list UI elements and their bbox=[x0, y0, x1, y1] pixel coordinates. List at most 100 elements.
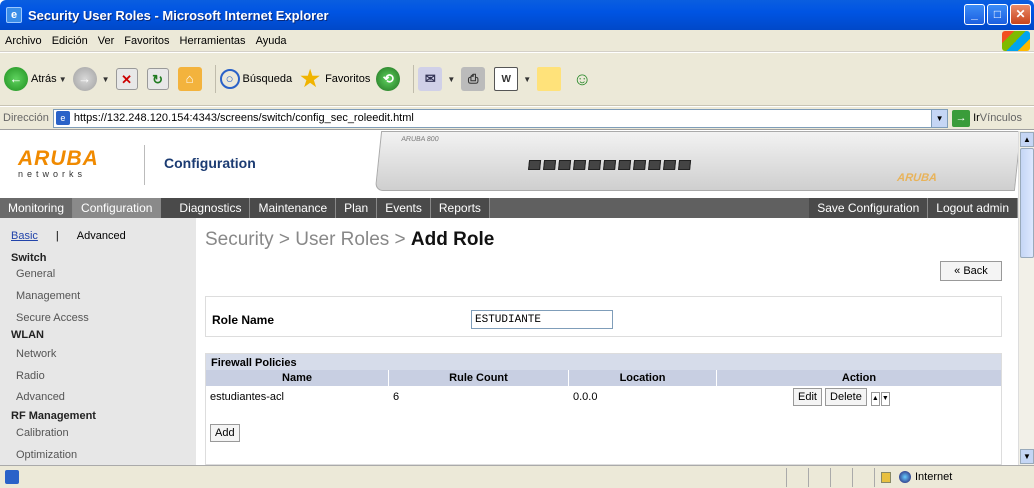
forward-arrow-icon: → bbox=[72, 67, 97, 91]
tab-events[interactable]: Events bbox=[377, 198, 431, 218]
history-icon[interactable]: ⟲ bbox=[376, 67, 401, 91]
sidebar-item-radio[interactable]: Radio bbox=[16, 370, 45, 382]
forward-dropdown-icon[interactable]: ▼ bbox=[102, 75, 110, 84]
page-icon: e bbox=[55, 111, 70, 125]
home-icon[interactable]: ⌂ bbox=[177, 67, 202, 91]
tab-reports[interactable]: Reports bbox=[431, 198, 490, 218]
print-icon[interactable]: ⎙ bbox=[461, 67, 486, 91]
go-label: Ir bbox=[973, 112, 980, 124]
address-bar: Dirección e https://132.248.120.154:4343… bbox=[0, 107, 1034, 130]
menu-favoritos[interactable]: Favoritos bbox=[119, 35, 174, 47]
mail-icon: ✉ bbox=[418, 67, 443, 91]
lock-icon[interactable] bbox=[881, 471, 891, 483]
tab-maintenance[interactable]: Maintenance bbox=[250, 198, 337, 218]
vertical-scrollbar[interactable]: ▲ ▼ bbox=[1018, 131, 1034, 465]
tab-monitoring[interactable]: Monitoring bbox=[0, 198, 74, 218]
save-configuration-button[interactable]: Save Configuration bbox=[809, 198, 929, 218]
messenger-icon[interactable]: ☺ bbox=[570, 67, 594, 91]
add-policy-button[interactable]: Add bbox=[210, 424, 240, 442]
edit-dropdown-icon[interactable]: ▼ bbox=[523, 75, 531, 84]
menu-archivo[interactable]: Archivo bbox=[0, 35, 47, 47]
device-logo: ARUBA bbox=[896, 172, 938, 184]
forward-button[interactable]: → ▼ bbox=[72, 67, 110, 91]
zone-label: Internet bbox=[915, 471, 953, 483]
favorites-button[interactable]: ★ Favoritos bbox=[298, 67, 370, 91]
tab-configuration[interactable]: Configuration bbox=[73, 198, 162, 218]
menu-ayuda[interactable]: Ayuda bbox=[251, 35, 292, 47]
sidebar-item-network[interactable]: Network bbox=[16, 348, 56, 360]
sidebar-item-calibration[interactable]: Calibration bbox=[16, 427, 69, 439]
close-button[interactable]: ✕ bbox=[1010, 4, 1031, 25]
toolbar-divider bbox=[214, 65, 216, 93]
title-bar: e Security User Roles - Microsoft Intern… bbox=[0, 0, 1034, 30]
sidebar-item-secure-access[interactable]: Secure Access bbox=[16, 312, 89, 324]
web-page: ARUBA networks Configuration ARUBA 800 A… bbox=[0, 131, 1018, 465]
brand-header: ARUBA networks Configuration ARUBA 800 A… bbox=[0, 131, 1018, 198]
toolbar: ← Atrás ▼ → ▼ ✕ ↻ ⌂ ○ Búsqueda ★ Favorit… bbox=[0, 53, 1034, 106]
aruba-logo-text: ARUBA bbox=[18, 147, 99, 170]
go-arrow-icon: → bbox=[952, 109, 971, 127]
advanced-link[interactable]: Advanced bbox=[77, 230, 126, 242]
sidebar-item-optimization[interactable]: Optimization bbox=[16, 449, 77, 461]
minimize-button[interactable]: _ bbox=[964, 4, 985, 25]
move-up-icon[interactable]: ▲ bbox=[870, 392, 880, 406]
sidebar-item-advanced[interactable]: Advanced bbox=[16, 391, 65, 403]
favorites-star-icon: ★ bbox=[300, 66, 320, 91]
back-label: Atrás bbox=[31, 73, 57, 85]
delete-button[interactable]: Delete bbox=[825, 388, 867, 406]
role-name-section: Role Name bbox=[205, 296, 1002, 337]
logout-button[interactable]: Logout admin bbox=[928, 198, 1018, 218]
menu-edicion[interactable]: Edición bbox=[47, 35, 93, 47]
windows-logo-icon bbox=[1002, 31, 1030, 51]
stop-icon[interactable]: ✕ bbox=[115, 68, 138, 90]
basic-link[interactable]: Basic bbox=[11, 230, 38, 242]
mail-button[interactable]: ✉ ▼ bbox=[418, 67, 455, 91]
go-button[interactable]: → Ir bbox=[952, 109, 980, 127]
ie-icon: e bbox=[6, 7, 22, 23]
address-input[interactable]: e https://132.248.120.154:4343/screens/s… bbox=[52, 108, 949, 128]
scroll-up-icon[interactable]: ▲ bbox=[1020, 132, 1034, 147]
firewall-policies-head: Firewall Policies bbox=[206, 354, 1001, 370]
role-name-label: Role Name bbox=[212, 313, 275, 327]
sidebar-head-switch: Switch bbox=[11, 252, 47, 264]
mail-dropdown-icon[interactable]: ▼ bbox=[447, 75, 455, 84]
device-image: ARUBA 800 ARUBA bbox=[374, 131, 1018, 191]
back-dropdown-icon[interactable]: ▼ bbox=[59, 75, 67, 84]
role-name-input[interactable] bbox=[471, 310, 613, 329]
address-dropdown-icon[interactable]: ▼ bbox=[931, 109, 948, 127]
breadcrumb-path: Security > User Roles > bbox=[205, 229, 411, 250]
security-zone: Internet bbox=[874, 467, 1034, 487]
links-label[interactable]: Vínculos bbox=[980, 112, 1022, 124]
menu-ver[interactable]: Ver bbox=[93, 35, 120, 47]
breadcrumb: Security > User Roles > Add Role bbox=[205, 229, 494, 251]
scroll-down-icon[interactable]: ▼ bbox=[1020, 449, 1034, 464]
col-name: Name bbox=[206, 370, 389, 386]
search-icon: ○ bbox=[219, 69, 240, 89]
aruba-logo: ARUBA networks bbox=[18, 147, 99, 179]
search-button[interactable]: ○ Búsqueda bbox=[219, 69, 292, 89]
discuss-icon[interactable] bbox=[537, 67, 562, 91]
mode-separator: | bbox=[55, 230, 59, 242]
edit-with-button[interactable]: W ▼ bbox=[494, 67, 531, 91]
firewall-policies-section: Firewall Policies Name Rule Count Locati… bbox=[205, 353, 1002, 465]
refresh-icon[interactable]: ↻ bbox=[146, 68, 169, 90]
menu-herramientas[interactable]: Herramientas bbox=[175, 35, 251, 47]
brand-divider bbox=[144, 145, 145, 185]
tab-plan[interactable]: Plan bbox=[336, 198, 378, 218]
col-action: Action bbox=[841, 372, 877, 384]
maximize-button[interactable]: □ bbox=[987, 4, 1008, 25]
window-title: Security User Roles - Microsoft Internet… bbox=[28, 7, 329, 23]
scroll-thumb[interactable] bbox=[1020, 148, 1034, 258]
move-down-icon[interactable]: ▼ bbox=[880, 392, 890, 406]
address-label: Dirección bbox=[3, 112, 49, 124]
sidebar-item-general[interactable]: General bbox=[16, 268, 55, 280]
edit-button[interactable]: Edit bbox=[793, 388, 822, 406]
back-button[interactable]: ← Atrás ▼ bbox=[4, 67, 67, 91]
sidebar: Basic | Advanced Switch General Management… bbox=[0, 218, 196, 465]
sidebar-head-rf-management: RF Management bbox=[11, 410, 96, 422]
back-link-button[interactable]: « Back bbox=[940, 261, 1002, 281]
sidebar-item-management[interactable]: Management bbox=[16, 290, 80, 302]
tab-diagnostics[interactable]: Diagnostics bbox=[171, 198, 251, 218]
toolbar-divider bbox=[413, 65, 415, 93]
device-model: ARUBA 800 bbox=[400, 136, 439, 143]
